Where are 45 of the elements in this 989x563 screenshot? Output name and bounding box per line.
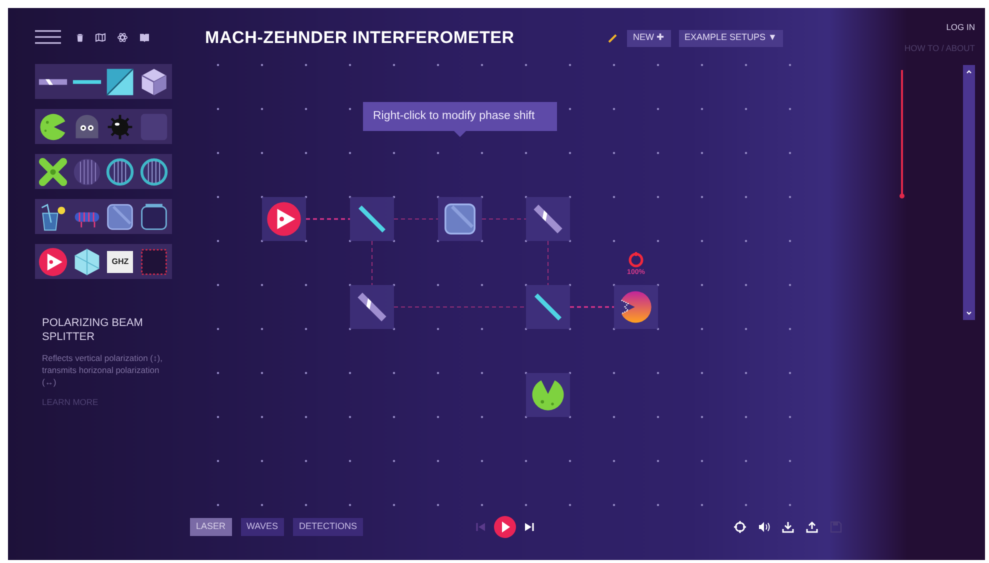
striped-circle-icon[interactable] [72,156,102,186]
play-button[interactable] [494,516,516,538]
board-tile[interactable] [350,197,394,241]
board-tile[interactable] [526,285,570,329]
nav-link[interactable]: LOG IN [946,21,975,34]
board-title: MACH-ZEHNDER INTERFEROMETER [205,27,516,50]
tooltip-pointer-icon [454,131,466,137]
upload-icon[interactable] [806,521,818,533]
ghz-tile[interactable]: GHZ [107,250,134,272]
tooltip: Right-click to modify phase shift [363,102,557,131]
hexagon-cube-icon[interactable] [138,66,169,96]
board-tile[interactable] [350,285,394,329]
cross-icon[interactable] [38,156,68,186]
mode-tab[interactable]: DETECTIONS [293,518,364,536]
scrollbar[interactable] [963,65,975,320]
board-tile[interactable] [438,197,482,241]
map-icon[interactable] [95,32,106,42]
empty-tile-icon[interactable] [138,112,169,142]
glass-block-icon [442,201,478,237]
trash-icon[interactable] [76,32,84,42]
board-tile[interactable] [262,197,306,241]
board-tile[interactable] [526,197,570,241]
dashed-square-icon[interactable] [138,246,169,276]
glass-block-icon[interactable] [105,202,136,232]
step-forward-icon[interactable] [524,522,534,532]
ring-icon [628,252,644,268]
prism-icon[interactable] [72,246,102,276]
laser-icon[interactable] [38,246,68,276]
element-description: Reflects vertical polarization (↕), transmits horizonal polarization (↔) [42,352,164,388]
ringed-disc-icon[interactable] [105,156,136,186]
book-icon[interactable] [139,32,150,42]
speaker-icon[interactable] [758,521,770,533]
header-button[interactable]: NEW ✚ [627,30,670,46]
download-icon[interactable] [782,521,794,533]
reset-icon[interactable] [734,521,746,533]
mode-tab[interactable]: WAVES [240,518,284,536]
jar-icon[interactable] [138,202,169,232]
element-title: POLARIZING BEAM SPLITTER [42,316,144,344]
atom-icon[interactable] [117,32,128,42]
header-button[interactable]: EXAMPLE SETUPS ▼ [678,30,783,46]
splitter-cube-icon[interactable] [105,66,136,96]
menu-icon[interactable] [35,30,61,44]
laser-icon [266,201,302,237]
ringed-disc-icon[interactable] [138,156,169,186]
pencil-icon[interactable] [608,33,618,43]
